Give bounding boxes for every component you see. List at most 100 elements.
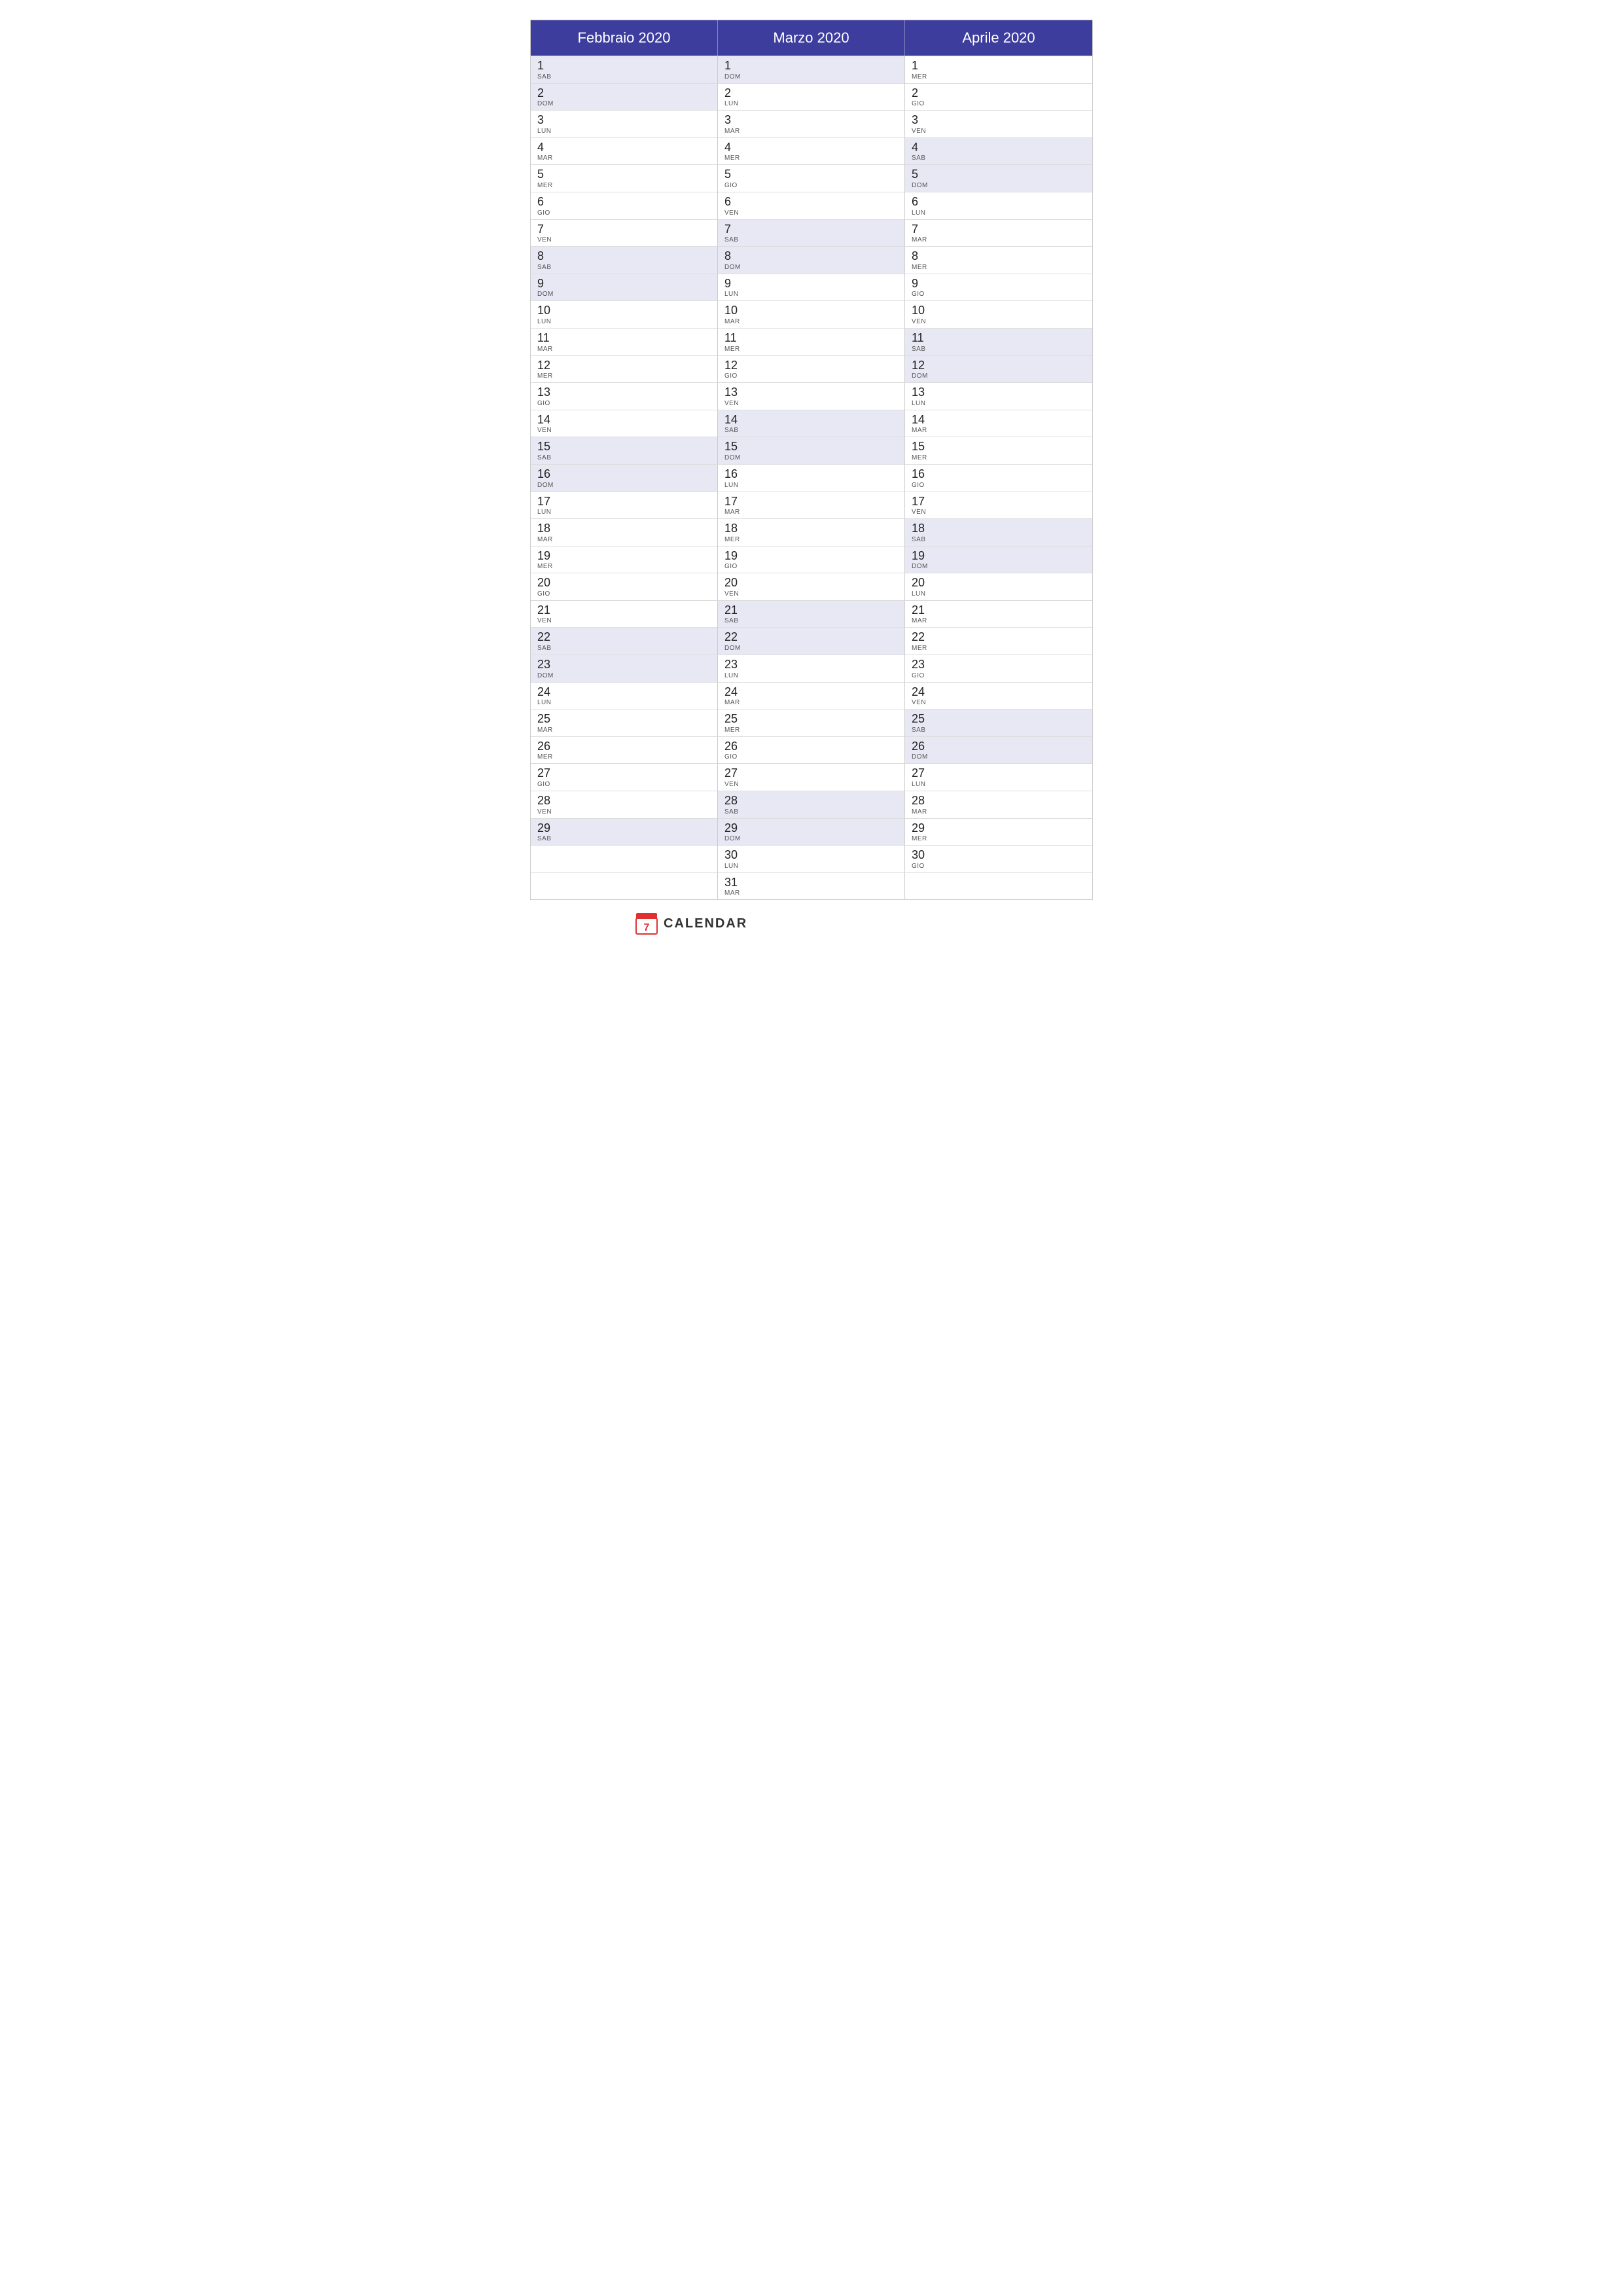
day-name: SAB xyxy=(537,835,712,842)
day-row-10: 11MAR11MER11SAB xyxy=(531,328,1092,355)
day-name: GIO xyxy=(537,400,712,407)
day-name: MAR xyxy=(912,236,1087,243)
day-cell-1-18: 19GIO xyxy=(718,546,905,573)
day-number: 4 xyxy=(537,141,712,155)
day-cell-1-15: 16LUN xyxy=(718,464,905,492)
day-number: 28 xyxy=(724,794,899,808)
day-cell-0-23: 24LUN xyxy=(531,682,718,709)
empty-cell-2-30 xyxy=(905,872,1092,900)
day-row-29: 30LUN30GIO xyxy=(531,845,1092,872)
day-cell-0-21: 22SAB xyxy=(531,627,718,655)
day-cell-1-1: 2LUN xyxy=(718,83,905,111)
day-number: 29 xyxy=(537,821,712,836)
day-name: LUN xyxy=(537,509,712,516)
day-cell-1-28: 29DOM xyxy=(718,818,905,846)
day-cell-2-6: 7MAR xyxy=(905,219,1092,247)
day-name: LUN xyxy=(537,699,712,706)
day-name: GIO xyxy=(537,209,712,217)
day-row-24: 25MAR25MER25SAB xyxy=(531,709,1092,736)
day-cell-1-26: 27VEN xyxy=(718,763,905,791)
day-name: MAR xyxy=(912,617,1087,624)
day-row-18: 19MER19GIO19DOM xyxy=(531,546,1092,573)
day-number: 27 xyxy=(724,766,899,781)
day-number: 27 xyxy=(912,766,1087,781)
day-row-27: 28VEN28SAB28MAR xyxy=(531,791,1092,818)
day-number: 24 xyxy=(912,685,1087,700)
day-cell-1-10: 11MER xyxy=(718,328,905,355)
day-name: LUN xyxy=(912,590,1087,598)
day-name: LUN xyxy=(537,318,712,325)
day-number: 19 xyxy=(724,549,899,564)
day-name: VEN xyxy=(724,590,899,598)
day-name: DOM xyxy=(912,372,1087,380)
day-cell-1-22: 23LUN xyxy=(718,655,905,682)
day-row-17: 18MAR18MER18SAB xyxy=(531,518,1092,546)
month-header-0: Febbraio 2020 xyxy=(531,20,718,56)
day-number: 23 xyxy=(912,658,1087,672)
day-name: MAR xyxy=(912,427,1087,434)
day-name: VEN xyxy=(537,617,712,624)
calendar-icon: 7 xyxy=(635,912,658,935)
day-name: GIO xyxy=(912,863,1087,870)
day-name: SAB xyxy=(537,73,712,81)
day-number: 13 xyxy=(724,386,899,400)
day-number: 1 xyxy=(537,59,712,73)
day-row-1: 2DOM2LUN2GIO xyxy=(531,83,1092,111)
day-name: GIO xyxy=(724,753,899,761)
day-name: DOM xyxy=(912,182,1087,189)
day-cell-2-1: 2GIO xyxy=(905,83,1092,111)
day-number: 24 xyxy=(537,685,712,700)
day-number: 12 xyxy=(537,359,712,373)
day-row-15: 16DOM16LUN16GIO xyxy=(531,464,1092,492)
day-name: VEN xyxy=(537,808,712,816)
day-cell-1-17: 18MER xyxy=(718,518,905,546)
day-cell-0-22: 23DOM xyxy=(531,655,718,682)
day-name: DOM xyxy=(537,672,712,679)
day-number: 28 xyxy=(537,794,712,808)
day-cell-0-5: 6GIO xyxy=(531,192,718,219)
day-name: MER xyxy=(724,726,899,734)
day-name: MER xyxy=(537,182,712,189)
day-number: 26 xyxy=(912,740,1087,754)
day-number: 9 xyxy=(724,277,899,291)
day-cell-0-9: 10LUN xyxy=(531,300,718,328)
day-number: 22 xyxy=(724,630,899,645)
day-cell-2-7: 8MER xyxy=(905,246,1092,274)
day-name: MER xyxy=(724,536,899,543)
day-row-23: 24LUN24MAR24VEN xyxy=(531,682,1092,709)
day-cell-1-3: 4MER xyxy=(718,137,905,165)
day-row-0: 1SAB1DOM1MER xyxy=(531,56,1092,83)
day-number: 4 xyxy=(724,141,899,155)
day-name: MER xyxy=(537,753,712,761)
day-number: 13 xyxy=(912,386,1087,400)
day-number: 4 xyxy=(912,141,1087,155)
day-name: GIO xyxy=(912,482,1087,489)
day-row-26: 27GIO27VEN27LUN xyxy=(531,763,1092,791)
day-row-22: 23DOM23LUN23GIO xyxy=(531,655,1092,682)
day-number: 8 xyxy=(537,249,712,264)
day-number: 25 xyxy=(724,712,899,726)
day-number: 23 xyxy=(537,658,712,672)
day-name: MER xyxy=(537,563,712,570)
day-cell-1-29: 30LUN xyxy=(718,845,905,872)
day-number: 20 xyxy=(724,576,899,590)
svg-text:7: 7 xyxy=(644,922,650,933)
day-name: MAR xyxy=(537,536,712,543)
day-name: LUN xyxy=(912,209,1087,217)
day-number: 19 xyxy=(537,549,712,564)
day-name: GIO xyxy=(912,672,1087,679)
day-name: LUN xyxy=(724,100,899,107)
day-number: 15 xyxy=(724,440,899,454)
day-row-16: 17LUN17MAR17VEN xyxy=(531,492,1092,519)
day-name: MER xyxy=(912,73,1087,81)
day-name: GIO xyxy=(537,590,712,598)
day-cell-0-2: 3LUN xyxy=(531,110,718,137)
day-name: MAR xyxy=(537,346,712,353)
day-name: MER xyxy=(724,346,899,353)
day-cell-0-13: 14VEN xyxy=(531,410,718,437)
day-cell-1-30: 31MAR xyxy=(718,872,905,900)
day-name: MAR xyxy=(912,808,1087,816)
day-cell-1-2: 3MAR xyxy=(718,110,905,137)
day-number: 1 xyxy=(912,59,1087,73)
day-cell-2-21: 22MER xyxy=(905,627,1092,655)
